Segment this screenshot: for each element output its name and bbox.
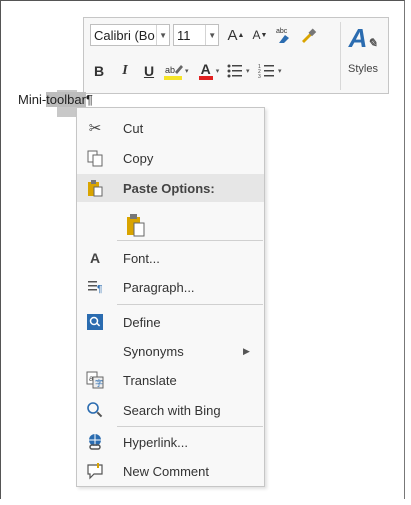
menu-item-label: Copy (123, 150, 154, 166)
chevron-right-icon: ▶ (243, 345, 250, 356)
svg-text:▾: ▾ (278, 68, 282, 75)
numbering-button[interactable]: 1 2 3 ▾ (258, 63, 286, 79)
highlighter-icon: ab ▾ (164, 65, 189, 80)
clear-formatting-button[interactable]: abc (273, 26, 295, 44)
shrink-font-button[interactable]: A ▼ (249, 28, 271, 42)
menu-item-cut[interactable]: ✂ Cut (77, 114, 264, 142)
format-painter-button[interactable] (297, 26, 319, 44)
document-text[interactable]: Mini-toolbar¶ (18, 92, 93, 107)
bold-button[interactable]: B (90, 63, 108, 79)
menu-separator (117, 240, 263, 241)
numbering-icon: 1 2 3 ▾ (258, 64, 282, 79)
menu-item-label: New Comment (123, 463, 209, 479)
clear-formatting-icon: abc (276, 28, 289, 43)
chevron-down-icon[interactable]: ▼ (156, 25, 169, 45)
context-menu: ✂ Cut Copy Paste Options: A Font... ¶ Pa… (76, 107, 265, 487)
toolbar-row-font: Calibri (Bo ▼ 11 ▼ A ▲ A ▼ abc (90, 20, 319, 50)
menu-item-label: Translate (123, 372, 177, 388)
shrink-font-icon: A (252, 28, 261, 42)
pilcrow-mark: ¶ (85, 92, 93, 107)
paragraph-icon: ¶ (86, 278, 104, 296)
doc-text-selected: toolbar (46, 92, 86, 107)
menu-item-font[interactable]: A Font... (77, 244, 264, 272)
menu-item-new-comment[interactable]: New Comment (77, 457, 264, 485)
svg-text:字: 字 (95, 378, 103, 388)
menu-item-translate[interactable]: a字 Translate (77, 366, 264, 394)
menu-item-label: Paragraph... (123, 279, 195, 295)
toolbar-row-format: B I U ab ▾ A ▾ ▾ 1 2 3 ▾ (90, 56, 286, 86)
menu-item-label: Define (123, 314, 161, 330)
svg-text:abc: abc (276, 28, 288, 35)
font-name-value: Calibri (Bo (94, 27, 155, 43)
doc-text-before: Mini- (18, 92, 47, 107)
font-color-icon: A (200, 61, 211, 77)
italic-button[interactable]: I (116, 63, 134, 79)
menu-item-label: Synonyms (123, 343, 184, 359)
menu-separator (117, 304, 263, 305)
menu-item-label: Cut (123, 120, 144, 136)
grow-font-icon: A (227, 26, 238, 44)
grow-font-button[interactable]: A ▲ (225, 27, 247, 44)
styles-icon: A✎ (348, 23, 378, 53)
svg-text:ab: ab (165, 65, 175, 75)
scissors-icon: ✂ (88, 120, 102, 137)
mini-toolbar: Calibri (Bo ▼ 11 ▼ A ▲ A ▼ abc B I U ab … (83, 17, 389, 94)
comment-icon (86, 462, 104, 480)
font-size-box[interactable]: 11 ▼ (173, 24, 219, 46)
menu-item-label: Font... (123, 250, 160, 266)
translate-icon: a字 (86, 371, 104, 389)
clipboard-icon (86, 179, 104, 197)
menu-item-synonyms[interactable]: Synonyms ▶ (77, 337, 264, 365)
svg-text:¶: ¶ (97, 284, 102, 295)
svg-text:▾: ▾ (246, 68, 250, 75)
font-color-button[interactable]: A ▾ (196, 62, 222, 80)
svg-text:3: 3 (258, 74, 261, 79)
menu-item-paragraph[interactable]: ¶ Paragraph... (77, 273, 264, 301)
styles-button[interactable]: A✎ Styles (340, 22, 385, 90)
menu-item-copy[interactable]: Copy (77, 144, 264, 172)
font-name-box[interactable]: Calibri (Bo ▼ (90, 24, 170, 46)
styles-label: Styles (348, 63, 378, 75)
bullets-button[interactable]: ▾ (226, 63, 254, 79)
chevron-down-icon[interactable]: ▼ (205, 25, 218, 45)
copy-icon (86, 149, 104, 167)
menu-item-paste-options: Paste Options: (77, 174, 264, 202)
font-size-value: 11 (177, 27, 191, 43)
menu-separator (117, 426, 263, 427)
menu-item-hyperlink[interactable]: Hyperlink... (77, 428, 264, 456)
format-painter-icon (302, 28, 317, 43)
svg-text:▾: ▾ (185, 68, 189, 75)
menu-item-label: Paste Options: (123, 180, 215, 196)
menu-item-search-with-bing[interactable]: Search with Bing (77, 396, 264, 424)
highlight-button[interactable]: ab ▾ (164, 62, 192, 80)
underline-button[interactable]: U (140, 63, 158, 79)
define-icon (86, 313, 104, 331)
menu-item-define[interactable]: Define (77, 308, 264, 336)
bullets-icon: ▾ (227, 64, 250, 78)
menu-item-label: Search with Bing (123, 402, 221, 418)
font-icon: A (89, 250, 101, 266)
paste-keep-formatting-icon[interactable] (126, 213, 146, 237)
menu-item-label: Hyperlink... (123, 434, 189, 450)
hyperlink-icon (86, 433, 104, 451)
search-icon (86, 401, 104, 419)
